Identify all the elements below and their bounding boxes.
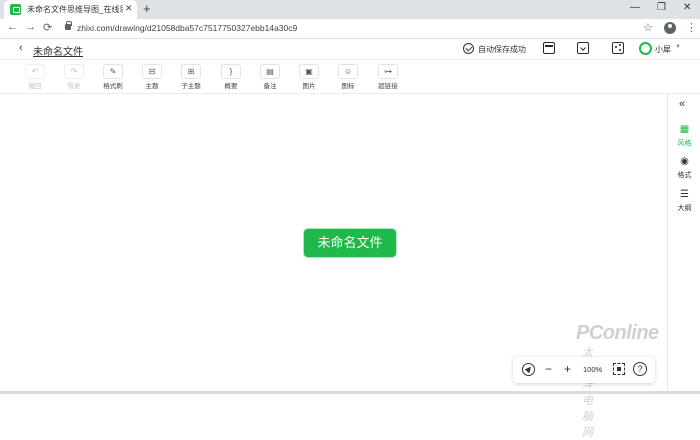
new-tab-button[interactable]: + [143, 1, 151, 16]
panel-tab-format[interactable]: ◉ 格式 [668, 156, 700, 180]
profile-icon[interactable] [664, 22, 676, 34]
root-topic-node[interactable]: 未命名文件 [304, 229, 396, 257]
image-button[interactable]: ▣ 图片 [296, 64, 322, 92]
outline-list-icon: ☰ [680, 189, 689, 200]
url-field[interactable]: zhixi.com/drawing/d21058dba57c7517750327… [77, 23, 297, 33]
emoji-icon: ☺ [338, 64, 358, 79]
redo-label: 恢复 [67, 83, 81, 90]
fit-screen-icon[interactable] [613, 363, 625, 375]
icon-label: 图标 [341, 83, 355, 90]
tab-close-icon[interactable]: ✕ [125, 3, 133, 14]
save-check-icon [463, 43, 474, 54]
hyperlink-label: 超链接 [378, 83, 398, 90]
chevron-down-icon[interactable]: ▼ [675, 44, 681, 50]
undo-button[interactable]: ↶ 撤回 [22, 64, 48, 92]
watermark-brand: PConline [576, 322, 659, 344]
topic-icon: ⊟ [142, 64, 162, 79]
image-label: 图片 [302, 83, 316, 90]
help-icon[interactable]: ? [633, 362, 647, 376]
palette-icon: ◉ [680, 156, 689, 167]
topic-label: 主题 [145, 83, 159, 90]
zoom-level: 100% [583, 365, 603, 374]
subtopic-button[interactable]: ⊞ 子主题 [178, 64, 204, 92]
zoom-control-bar: − + 100% ? [513, 357, 655, 383]
link-icon: ⊶ [378, 64, 398, 79]
panel-tab-outline[interactable]: ☰ 大纲 [668, 189, 700, 213]
panel-tab-style[interactable]: ▦ 风格 [668, 124, 700, 148]
panel-tab-format-label: 格式 [677, 172, 692, 179]
style-grid-icon: ▦ [679, 124, 690, 135]
avatar[interactable] [639, 42, 652, 55]
tab-title: 未命名文件思维导图_在线思维导 [27, 5, 123, 14]
folder-icon[interactable] [577, 42, 589, 54]
undo-icon: ↶ [25, 64, 45, 79]
template-icon[interactable] [543, 42, 555, 54]
minimize-button[interactable]: — [630, 2, 640, 13]
browser-tab-bar: 未命名文件思维导图_在线思维导 ✕ + — ❐ ✕ [0, 0, 700, 19]
redo-button[interactable]: ↷ 恢复 [61, 64, 87, 92]
undo-label: 撤回 [28, 83, 42, 90]
address-bar: ← → ⟳ zhixi.com/drawing/d21058dba57c7517… [0, 19, 700, 39]
redo-icon: ↷ [64, 64, 84, 79]
document-title[interactable]: 未命名文件 [33, 43, 83, 58]
image-icon: ▣ [299, 64, 319, 79]
format-painter-label: 格式刷 [103, 83, 123, 90]
subtopic-label: 子主题 [181, 83, 201, 90]
hyperlink-button[interactable]: ⊶ 超链接 [375, 64, 401, 92]
locate-icon[interactable] [522, 363, 535, 376]
icon-button[interactable]: ☺ 图标 [335, 64, 361, 92]
mindmap-canvas[interactable]: 未命名文件 [0, 94, 667, 391]
format-painter-icon: ✎ [103, 64, 123, 79]
app-header: ‹ 未命名文件 自动保存成功 小犀 ▼ [0, 39, 700, 60]
share-icon[interactable] [612, 42, 624, 54]
bookmark-star-icon[interactable]: ☆ [643, 21, 653, 34]
summary-label: 概要 [224, 83, 238, 90]
format-painter-button[interactable]: ✎ 格式刷 [100, 64, 126, 92]
subtopic-icon: ⊞ [181, 64, 201, 79]
zoom-out-button[interactable]: − [545, 362, 552, 376]
window-close-button[interactable]: ✕ [683, 2, 691, 13]
note-icon: ▤ [260, 64, 280, 79]
browser-tab[interactable]: 未命名文件思维导图_在线思维导 ✕ [4, 0, 137, 19]
panel-tab-style-label: 风格 [677, 140, 692, 147]
back-arrow-icon[interactable]: ← [7, 21, 18, 33]
favicon-icon [10, 4, 21, 15]
forward-arrow-icon[interactable]: → [25, 21, 36, 33]
back-icon[interactable]: ‹ [19, 42, 23, 54]
zoom-in-button[interactable]: + [564, 362, 571, 376]
editor-toolbar: ↶ 撤回 ↷ 恢复 ✎ 格式刷 ⊟ 主题 ⊞ 子主题 } 概要 ▤ 备注 ▣ 图… [0, 60, 700, 94]
reload-icon[interactable]: ⟳ [43, 21, 52, 34]
restore-button[interactable]: ❐ [657, 2, 666, 13]
save-status: 自动保存成功 [478, 45, 526, 54]
summary-button[interactable]: } 概要 [218, 64, 244, 92]
right-side-panel: « ▦ 风格 ◉ 格式 ☰ 大纲 [667, 94, 700, 391]
note-button[interactable]: ▤ 备注 [257, 64, 283, 92]
panel-tab-outline-label: 大纲 [677, 205, 692, 212]
user-name[interactable]: 小犀 [655, 44, 671, 55]
browser-menu-icon[interactable]: ⋮ [686, 21, 697, 34]
topic-button[interactable]: ⊟ 主题 [139, 64, 165, 92]
collapse-panel-icon[interactable]: « [679, 98, 685, 110]
summary-icon: } [221, 64, 241, 79]
lock-icon [65, 21, 72, 30]
note-label: 备注 [263, 83, 277, 90]
